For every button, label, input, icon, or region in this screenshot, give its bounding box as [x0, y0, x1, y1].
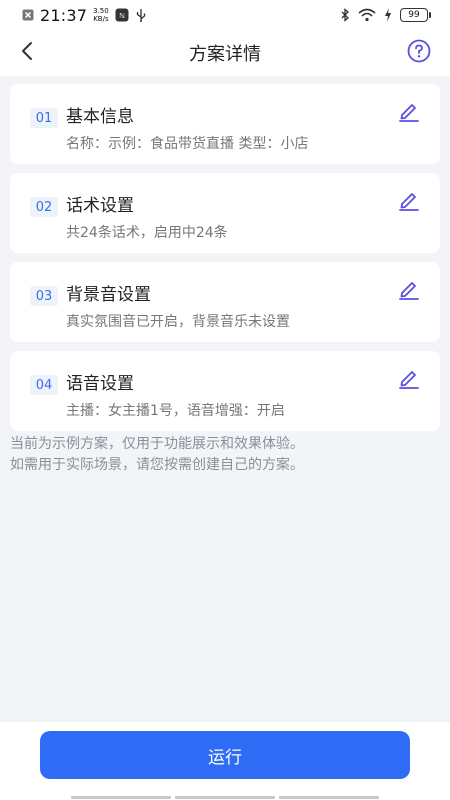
edit-background-sound-button[interactable]	[396, 278, 422, 304]
edit-icon	[397, 366, 421, 394]
network-speed: 3.50 KB/s	[93, 7, 109, 23]
nav-indicator-segment	[175, 796, 275, 799]
help-icon	[407, 39, 431, 67]
status-time: 21:37	[40, 5, 88, 25]
run-button[interactable]: 运行	[40, 731, 410, 779]
card-title: 背景音设置	[66, 285, 151, 305]
network-speed-value: 3.50	[93, 7, 109, 15]
card-voice-settings: 04 语音设置 主播：女主播1号，语音增强：开启	[10, 351, 440, 431]
network-speed-unit: KB/s	[93, 15, 109, 23]
help-button[interactable]	[406, 39, 432, 67]
edit-icon	[397, 277, 421, 305]
usb-icon	[135, 8, 147, 22]
card-title: 基本信息	[66, 107, 134, 127]
nav-indicator-segment	[71, 796, 171, 799]
page-title: 方案详情	[189, 44, 261, 65]
card-number: 02	[30, 197, 58, 217]
status-bar: 21:37 3.50 KB/s ℕ 99	[0, 0, 450, 30]
card-script-settings: 02 话术设置 共24条话术，启用中24条	[10, 173, 440, 253]
battery-indicator: 99	[400, 8, 431, 22]
volte-icon: ℕ	[115, 8, 129, 22]
card-description: 真实氛围音已开启，背景音乐未设置	[66, 314, 290, 330]
chevron-left-icon	[20, 41, 34, 65]
example-plan-notice: 当前为示例方案，仅用于功能展示和效果体验。 如需用于实际场景，请您按需创建自己的…	[10, 434, 440, 476]
edit-icon	[397, 188, 421, 216]
card-background-sound-settings: 03 背景音设置 真实氛围音已开启，背景音乐未设置	[10, 262, 440, 342]
card-description: 主播：女主播1号，语音增强：开启	[66, 403, 285, 419]
card-number: 01	[30, 108, 58, 128]
edit-script-settings-button[interactable]	[396, 189, 422, 215]
status-bar-right: 99	[340, 8, 431, 22]
svg-text:ℕ: ℕ	[119, 12, 125, 20]
wifi-icon	[358, 8, 376, 22]
status-bar-left: 21:37 3.50 KB/s ℕ	[22, 6, 147, 25]
charging-icon	[384, 8, 392, 22]
edit-basic-info-button[interactable]	[396, 100, 422, 126]
header: 方案详情	[0, 30, 450, 76]
card-title: 话术设置	[66, 196, 134, 216]
system-nav-indicator	[0, 796, 450, 800]
card-description: 名称：示例：食品带货直播 类型：小店	[66, 136, 309, 152]
notice-line-1: 当前为示例方案，仅用于功能展示和效果体验。	[10, 436, 304, 452]
nav-indicator-segment	[279, 796, 379, 799]
edit-voice-settings-button[interactable]	[396, 367, 422, 393]
notice-line-2: 如需用于实际场景，请您按需创建自己的方案。	[10, 457, 304, 473]
bluetooth-icon	[340, 8, 350, 22]
back-button[interactable]	[14, 40, 40, 66]
card-description: 共24条话术，启用中24条	[66, 225, 228, 241]
card-number: 04	[30, 375, 58, 395]
card-title: 语音设置	[66, 374, 134, 394]
bottom-action-bar: 运行	[0, 722, 450, 800]
card-number: 03	[30, 286, 58, 306]
edit-icon	[397, 99, 421, 127]
card-basic-info: 01 基本信息 名称：示例：食品带货直播 类型：小店	[10, 84, 440, 164]
notification-close-icon	[22, 9, 34, 21]
